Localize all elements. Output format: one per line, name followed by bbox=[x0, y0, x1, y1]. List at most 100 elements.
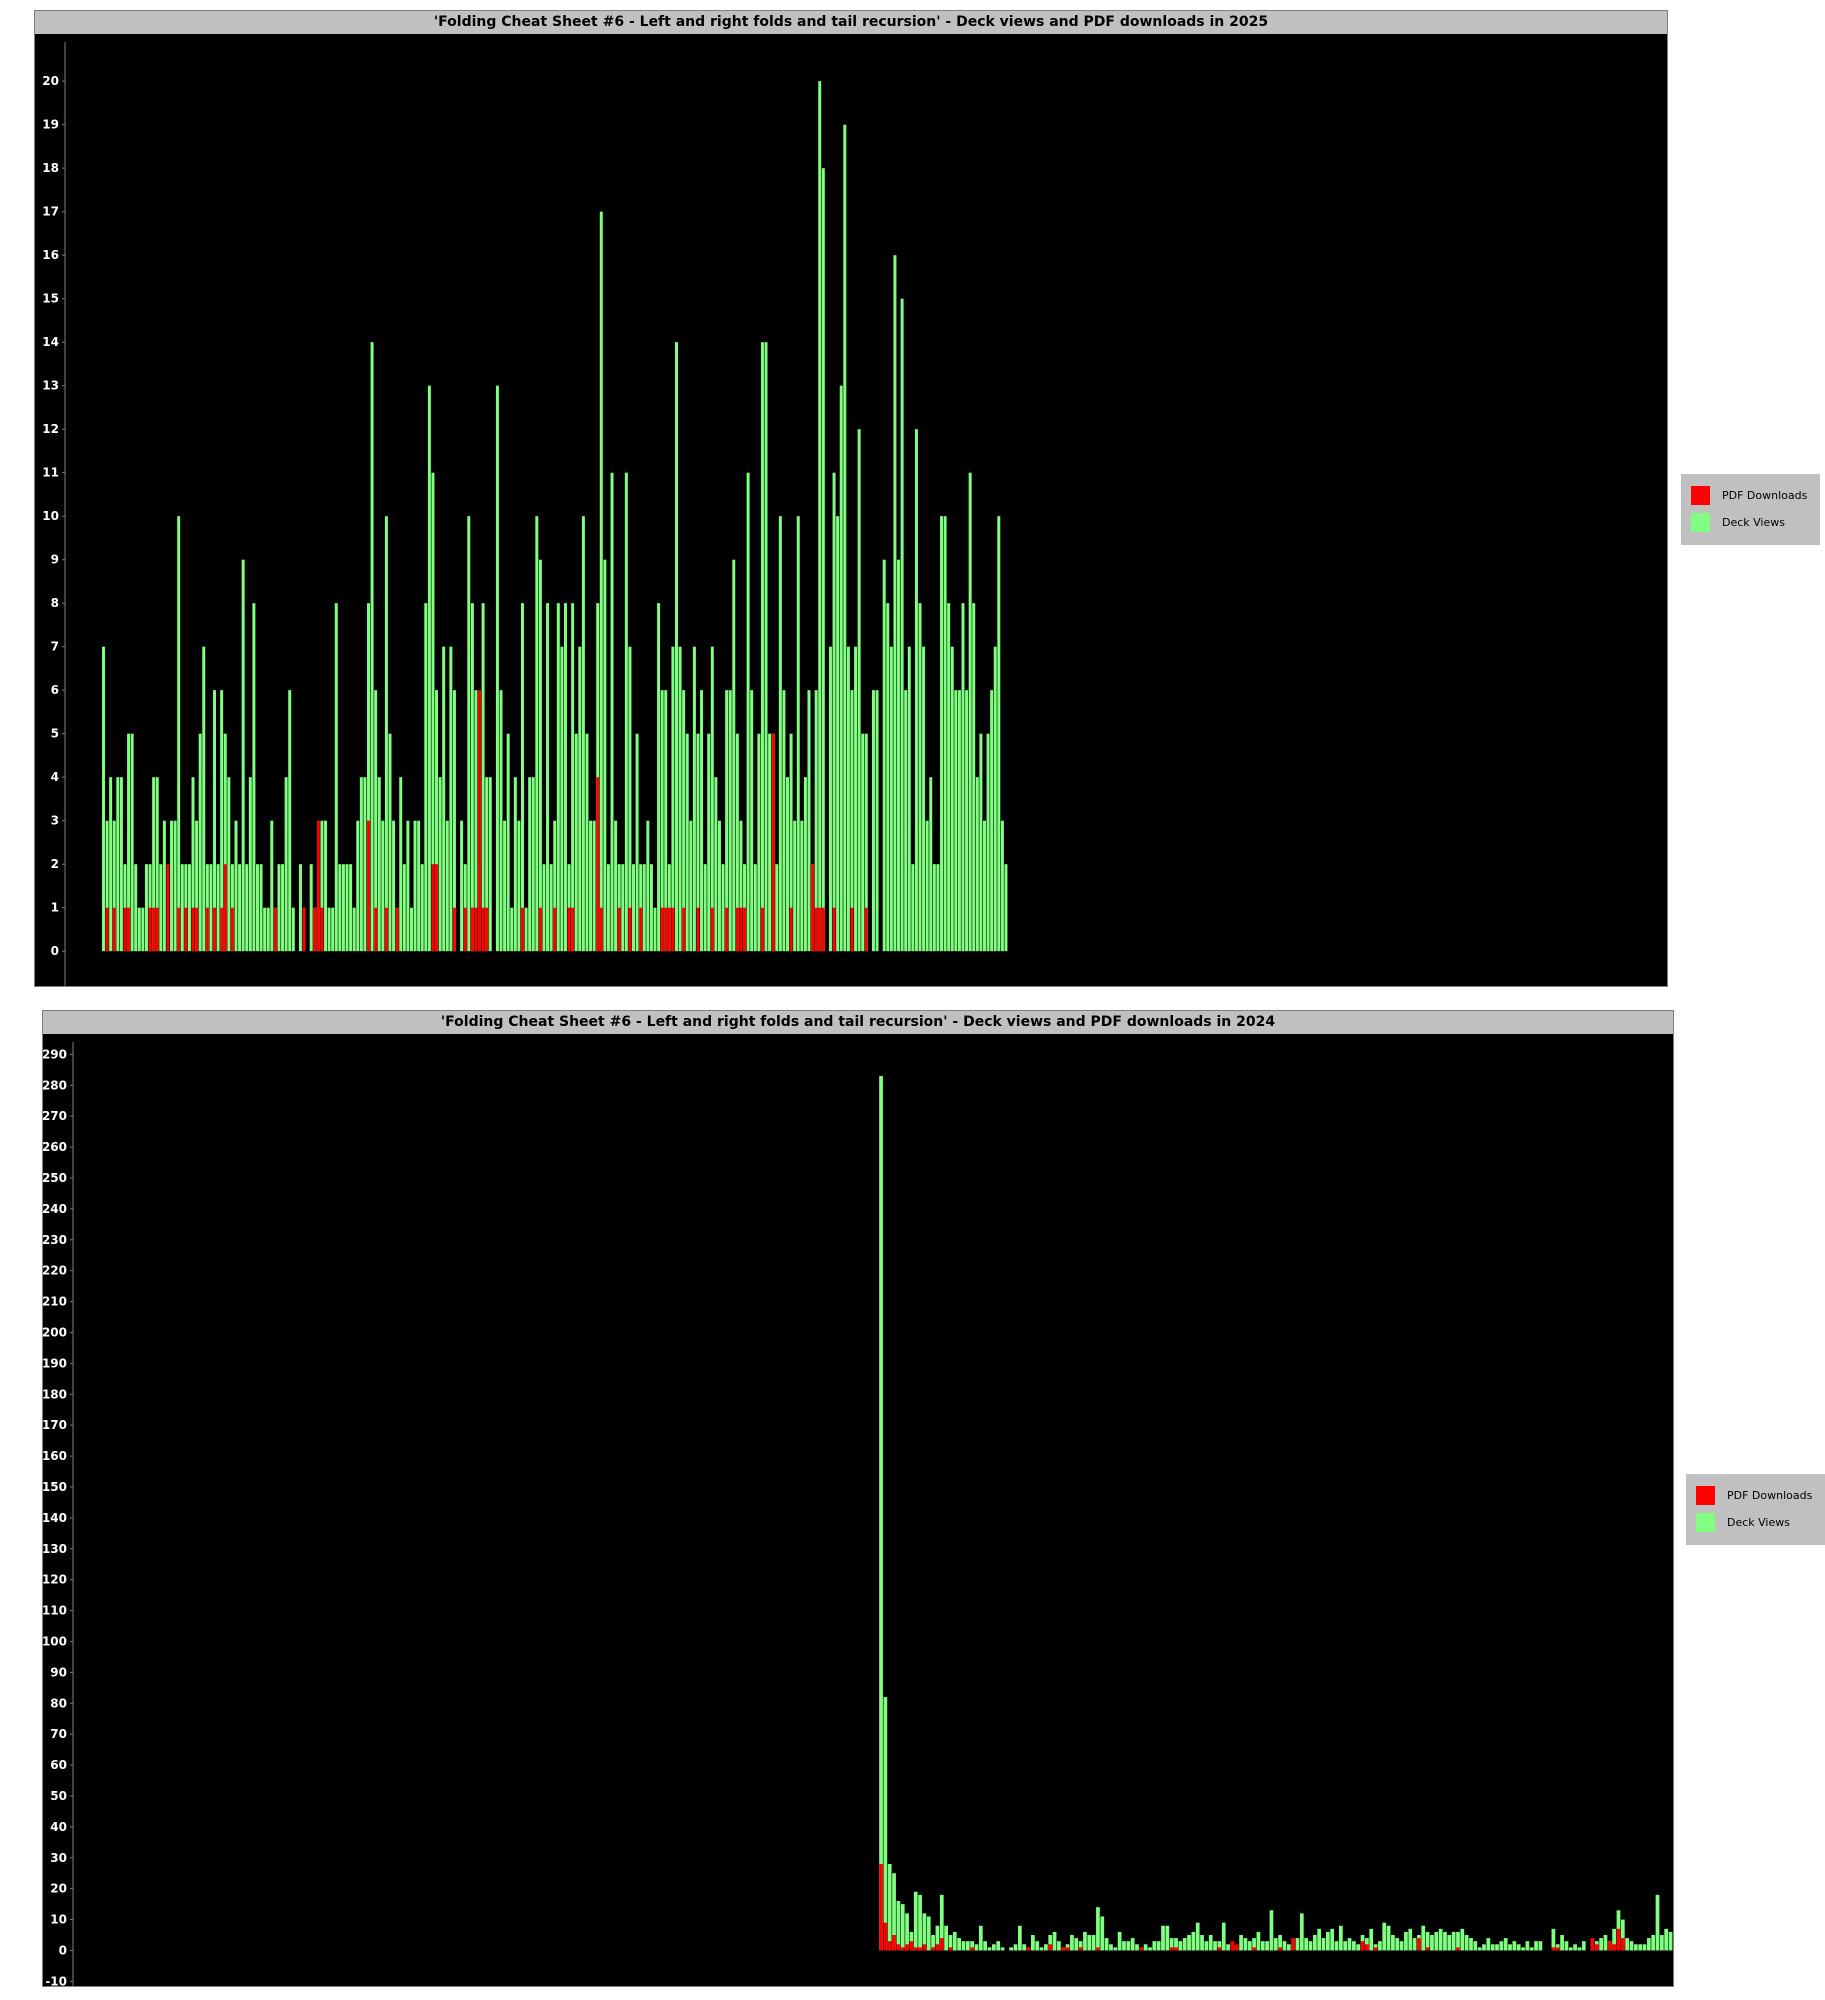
bar-pdf-downloads bbox=[1360, 1941, 1365, 1951]
legend-label-deck-views: Deck Views bbox=[1722, 516, 1785, 529]
bar-deck-views bbox=[445, 820, 449, 952]
bar-deck-views bbox=[141, 907, 145, 952]
series-deck-views bbox=[102, 81, 1008, 952]
bar-deck-views bbox=[889, 646, 893, 952]
bar-pdf-downloads bbox=[931, 1947, 935, 1951]
bar-pdf-downloads bbox=[599, 907, 603, 952]
bar-deck-views bbox=[1646, 1938, 1651, 1951]
bar-deck-views bbox=[922, 646, 926, 952]
bar-deck-views bbox=[1382, 1922, 1387, 1951]
bar-pdf-downloads bbox=[1139, 1947, 1144, 1951]
chart-panel-2024: 'Folding Cheat Sheet #6 - Left and right… bbox=[42, 1010, 1674, 1987]
bar-deck-views bbox=[997, 516, 1001, 952]
bar-pdf-downloads bbox=[177, 907, 181, 952]
bar-pdf-downloads bbox=[739, 907, 743, 952]
bar-pdf-downloads bbox=[811, 864, 815, 952]
bar-deck-views bbox=[991, 1944, 996, 1951]
bar-pdf-downloads bbox=[939, 1938, 944, 1951]
bar-deck-views bbox=[1022, 1944, 1027, 1951]
y-tick-label: 220 bbox=[43, 1264, 67, 1278]
y-tick-label: 0 bbox=[51, 944, 59, 958]
bar-deck-views bbox=[170, 820, 174, 952]
y-tick-label: 210 bbox=[43, 1295, 67, 1309]
y-tick-label: 20 bbox=[42, 74, 59, 88]
bar-deck-views bbox=[1126, 1941, 1131, 1951]
bar-pdf-downloads bbox=[1096, 1947, 1100, 1951]
bar-pdf-downloads bbox=[123, 907, 127, 952]
bar-deck-views bbox=[388, 733, 392, 952]
bar-deck-views bbox=[1113, 1947, 1118, 1951]
bar-pdf-downloads bbox=[1417, 1938, 1421, 1951]
y-tick-label: 200 bbox=[43, 1325, 67, 1339]
bar-deck-views bbox=[857, 429, 861, 952]
bar-pdf-downloads bbox=[463, 907, 467, 952]
bar-deck-views bbox=[1204, 1941, 1209, 1951]
bar-deck-views bbox=[1044, 1944, 1048, 1951]
bar-deck-views bbox=[338, 864, 342, 952]
bar-deck-views bbox=[1638, 1944, 1643, 1951]
bar-pdf-downloads bbox=[223, 864, 227, 952]
bar-deck-views bbox=[460, 820, 464, 952]
bar-pdf-downloads bbox=[313, 907, 317, 952]
bar-deck-views bbox=[399, 777, 403, 952]
y-tick-label: 290 bbox=[43, 1047, 67, 1061]
bar-deck-views bbox=[1534, 1941, 1538, 1951]
bar-deck-views bbox=[621, 864, 625, 952]
bar-pdf-downloads bbox=[682, 907, 686, 952]
bar-deck-views bbox=[277, 864, 281, 952]
y-tick-label: 1 bbox=[51, 901, 59, 915]
bar-deck-views bbox=[420, 864, 424, 952]
chart-title-2024: 'Folding Cheat Sheet #6 - Left and right… bbox=[43, 1011, 1673, 1034]
y-tick-label: 12 bbox=[42, 422, 59, 436]
bar-deck-views bbox=[1581, 1941, 1586, 1951]
y-tick-label: 10 bbox=[42, 509, 59, 523]
bar-deck-views bbox=[578, 646, 582, 952]
y-tick-label: 190 bbox=[43, 1356, 67, 1370]
bar-pdf-downloads bbox=[320, 907, 324, 952]
bar-deck-views bbox=[298, 864, 302, 952]
bar-pdf-downloads bbox=[760, 907, 764, 952]
bar-deck-views bbox=[606, 864, 610, 952]
bar-deck-views bbox=[503, 820, 507, 952]
bar-pdf-downloads bbox=[191, 907, 195, 952]
bar-pdf-downloads bbox=[431, 864, 435, 952]
bar-pdf-downloads bbox=[883, 1922, 888, 1951]
bar-deck-views bbox=[1317, 1928, 1322, 1951]
bar-pdf-downloads bbox=[743, 907, 747, 952]
bar-deck-views bbox=[291, 907, 295, 952]
y-tick-label: 90 bbox=[50, 1665, 67, 1679]
bar-deck-views bbox=[913, 1891, 918, 1951]
bar-deck-views bbox=[413, 820, 417, 952]
bar-deck-views bbox=[914, 429, 918, 952]
bar-deck-views bbox=[887, 1863, 892, 1951]
bar-pdf-downloads bbox=[112, 907, 116, 952]
bar-deck-views bbox=[1659, 1935, 1664, 1951]
bar-deck-views bbox=[1208, 1935, 1213, 1951]
bar-deck-views bbox=[778, 516, 782, 952]
bar-deck-views bbox=[883, 1697, 888, 1951]
bar-pdf-downloads bbox=[818, 907, 822, 952]
y-tick-label: 18 bbox=[42, 161, 59, 175]
bar-pdf-downloads bbox=[1365, 1944, 1369, 1951]
bar-deck-views bbox=[1260, 1941, 1265, 1951]
bar-deck-views bbox=[800, 820, 804, 952]
bar-deck-views bbox=[1000, 1947, 1005, 1951]
bar-deck-views bbox=[983, 1941, 988, 1951]
bar-pdf-downloads bbox=[664, 907, 668, 952]
bar-deck-views bbox=[1143, 1944, 1148, 1951]
bar-deck-views bbox=[828, 646, 832, 952]
y-tick-label: 3 bbox=[51, 814, 59, 828]
bar-deck-views bbox=[1000, 820, 1004, 952]
bar-pdf-downloads bbox=[1612, 1944, 1617, 1951]
bar-deck-views bbox=[406, 820, 410, 952]
bar-deck-views bbox=[685, 733, 689, 952]
bar-deck-views bbox=[281, 864, 285, 952]
bar-deck-views bbox=[517, 820, 521, 952]
bar-pdf-downloads bbox=[567, 907, 571, 952]
chart-panel-2025: 'Folding Cheat Sheet #6 - Left and right… bbox=[34, 10, 1668, 987]
bar-deck-views bbox=[875, 690, 879, 952]
bar-deck-views bbox=[1443, 1931, 1447, 1951]
bar-deck-views bbox=[1655, 1894, 1660, 1951]
bar-pdf-downloads bbox=[374, 907, 378, 952]
bar-deck-views bbox=[728, 690, 732, 952]
